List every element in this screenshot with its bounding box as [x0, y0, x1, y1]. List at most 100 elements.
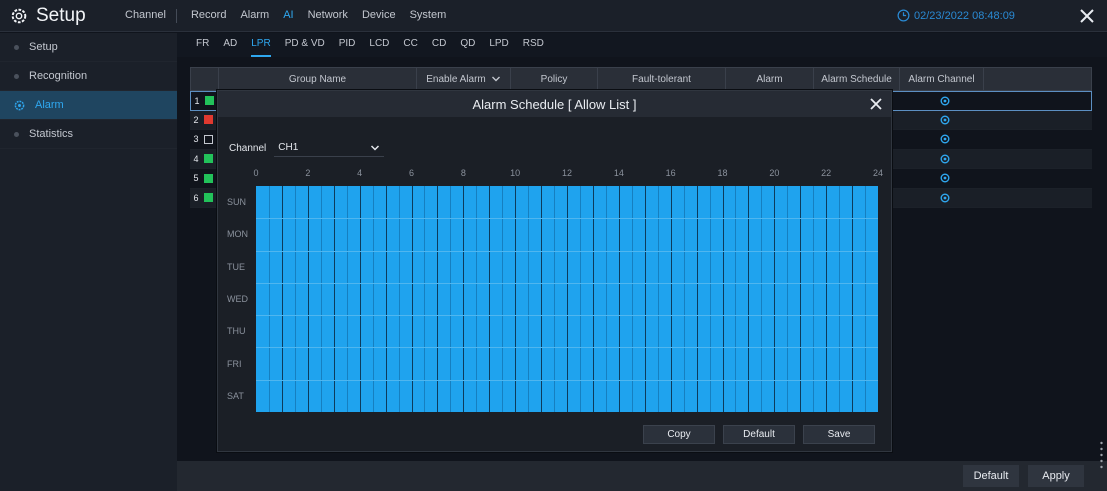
alarm-schedule-dialog: Alarm Schedule [ Allow List ] Channel CH…: [217, 90, 892, 452]
close-icon[interactable]: [1077, 6, 1097, 26]
grid-vline: [735, 186, 737, 412]
tab-ad[interactable]: AD: [223, 33, 237, 57]
alarm-gear-icon: [14, 100, 25, 110]
settings-icon[interactable]: [940, 154, 950, 164]
schedule-grid[interactable]: [256, 186, 878, 412]
sidebar-item-label: Recognition: [29, 70, 88, 82]
nav-channel[interactable]: Channel: [125, 9, 166, 23]
hour-label: 0: [253, 168, 259, 178]
clock-icon: [897, 9, 910, 22]
status-swatch: [204, 134, 213, 144]
nav-ai[interactable]: AI: [283, 9, 293, 23]
save-button[interactable]: Save: [803, 425, 875, 444]
sidebar-item-alarm[interactable]: Alarm: [0, 91, 177, 120]
nav-device[interactable]: Device: [362, 9, 396, 23]
grid-hline: [256, 218, 878, 220]
tab-qd[interactable]: QD: [460, 33, 475, 57]
grid-vline: [774, 186, 776, 412]
row-number: 1: [194, 95, 200, 106]
sidebar: Setup Recognition Alarm Statistics: [0, 33, 177, 491]
day-label: FRI: [227, 358, 242, 369]
bottom-bar: Default Apply: [177, 461, 1107, 491]
datetime: 02/23/2022 08:48:09: [897, 9, 1015, 22]
grid-vline: [281, 186, 283, 412]
grid-vline: [502, 186, 504, 412]
grid-vline: [294, 186, 296, 412]
grid-vline: [320, 186, 322, 412]
day-label: SAT: [227, 390, 244, 401]
default-button[interactable]: Default: [963, 465, 1019, 487]
channel-label: Channel: [229, 142, 267, 154]
copy-button[interactable]: Copy: [643, 425, 715, 444]
apply-button[interactable]: Apply: [1028, 465, 1084, 487]
grid-vline: [541, 186, 543, 412]
grid-vline: [631, 186, 633, 412]
nav-network[interactable]: Network: [308, 9, 348, 23]
tab-pid[interactable]: PID: [339, 33, 356, 57]
status-swatch: [205, 96, 214, 106]
drag-handle-icon[interactable]: [1099, 440, 1104, 470]
close-icon[interactable]: [868, 96, 884, 112]
hour-label: 22: [821, 168, 832, 178]
channel-value: CH1: [278, 142, 299, 153]
grid-hline: [256, 315, 878, 317]
grid-vline: [424, 186, 426, 412]
header-alarm-channel: Alarm Channel: [900, 68, 984, 90]
tab-lpr[interactable]: LPR: [251, 33, 271, 57]
settings-icon[interactable]: [940, 115, 950, 125]
nav-alarm[interactable]: Alarm: [240, 9, 269, 23]
grid-vline: [852, 186, 854, 412]
grid-vline: [579, 186, 581, 412]
chevron-down-icon: [491, 76, 500, 82]
tab-fr[interactable]: FR: [196, 33, 209, 57]
grid-hline: [256, 282, 878, 284]
day-label: MON: [227, 229, 248, 240]
tab-cc[interactable]: CC: [403, 33, 417, 57]
day-label: THU: [227, 326, 246, 337]
grid-vline: [359, 186, 361, 412]
tab-rsd[interactable]: RSD: [523, 33, 544, 57]
grid-vline: [683, 186, 685, 412]
grid-vline: [605, 186, 607, 412]
grid-vline: [437, 186, 439, 412]
bullet-icon: [14, 44, 19, 50]
tab-lcd[interactable]: LCD: [369, 33, 389, 57]
header-policy: Policy: [511, 68, 598, 90]
sidebar-item-label: Setup: [29, 41, 58, 53]
grid-vline: [333, 186, 335, 412]
hour-label: 8: [460, 168, 466, 178]
header-group-name: Group Name: [219, 68, 417, 90]
sidebar-item-label: Statistics: [29, 128, 74, 140]
grid-vline: [567, 186, 568, 412]
settings-icon[interactable]: [940, 173, 950, 183]
settings-icon[interactable]: [940, 193, 950, 203]
tab-cd[interactable]: CD: [432, 33, 446, 57]
dialog-header: Alarm Schedule [ Allow List ]: [218, 91, 891, 117]
grid-vline: [554, 186, 556, 412]
grid-vline: [385, 186, 387, 412]
hour-label: 10: [510, 168, 521, 178]
settings-icon[interactable]: [940, 96, 950, 106]
grid-vline: [268, 186, 270, 412]
app-title-text: Setup: [36, 5, 86, 26]
grid-vline: [839, 186, 841, 412]
grid-vline: [372, 186, 374, 412]
nav-system[interactable]: System: [410, 9, 447, 23]
channel-select[interactable]: CH1: [274, 139, 385, 157]
day-label: WED: [227, 294, 248, 304]
tab-lpd[interactable]: LPD: [489, 33, 508, 57]
tab-pd-vd[interactable]: PD & VD: [285, 33, 325, 57]
header-enable-alarm[interactable]: Enable Alarm: [417, 68, 511, 90]
top-nav: Channel Record Alarm AI Network Device S…: [125, 9, 460, 23]
default-button[interactable]: Default: [723, 425, 795, 444]
chevron-down-icon: [371, 144, 380, 151]
dialog-title: Alarm Schedule [ Allow List ]: [472, 96, 637, 112]
sidebar-item-recognition[interactable]: Recognition: [0, 62, 177, 91]
settings-icon[interactable]: [940, 134, 950, 144]
app-title: Setup: [10, 5, 86, 27]
dialog-buttons: Copy Default Save: [643, 425, 875, 444]
hour-label: 20: [769, 168, 780, 178]
sidebar-item-setup[interactable]: Setup: [0, 33, 177, 62]
nav-record[interactable]: Record: [191, 9, 226, 23]
sidebar-item-statistics[interactable]: Statistics: [0, 120, 177, 149]
